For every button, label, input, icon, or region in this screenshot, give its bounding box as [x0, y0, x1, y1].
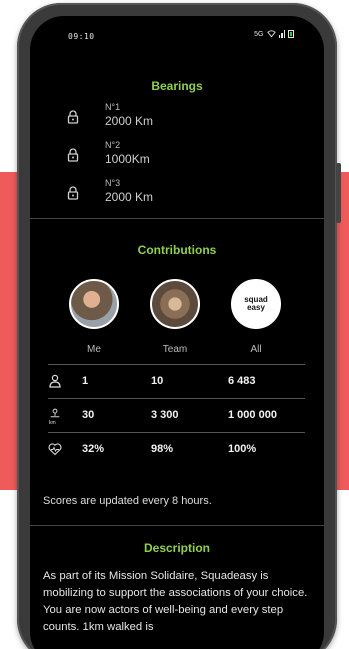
signal-icon: [278, 30, 285, 38]
stat-all: 1 000 000: [228, 409, 277, 421]
lock-icon: [67, 110, 79, 124]
bearing-number: N°3: [105, 178, 121, 188]
row-separator: [48, 398, 305, 399]
avatar-team[interactable]: [150, 279, 200, 329]
wifi-icon: [266, 30, 276, 38]
heart-rate-icon: [48, 443, 62, 456]
description-text: As part of its Mission Solidaire, Squade…: [43, 570, 308, 633]
stat-team: 3 300: [151, 409, 179, 421]
status-icons: 5G: [254, 30, 294, 38]
avatar-label-all: All: [250, 344, 262, 355]
row-separator: [48, 364, 305, 365]
stat-me: 30: [82, 409, 95, 421]
person-icon: [49, 374, 61, 388]
description-title: Description: [143, 541, 210, 555]
contributions-title: Contributions: [137, 243, 217, 257]
status-bar: 09:10 5G: [30, 16, 324, 50]
avatar-label-team: Team: [162, 344, 188, 355]
bearing-number: N°2: [105, 140, 121, 150]
squadeasy-logo[interactable]: squad easy: [231, 279, 281, 329]
distance-unit: km: [49, 420, 56, 426]
scores-update-note: Scores are updated every 8 hours.: [43, 495, 212, 507]
phone-frame: 09:10 5G Bearings N°1 2000 Km N°2 1000Km…: [17, 3, 341, 649]
bearing-number: N°1: [105, 102, 121, 112]
bearing-value: 2000 Km: [105, 190, 154, 204]
section-divider: [30, 525, 324, 526]
lock-icon: [67, 148, 79, 162]
bearing-item-1[interactable]: N°1 2000 Km: [30, 98, 324, 132]
bearing-value: 1000Km: [105, 152, 150, 166]
row-separator: [48, 432, 305, 433]
stats-row-participants: 1 10 6 483: [48, 368, 305, 394]
stat-team: 98%: [151, 443, 174, 455]
logo-line-2: easy: [247, 303, 265, 312]
network-label: 5G: [254, 30, 264, 38]
bearing-value: 2000 Km: [105, 114, 154, 128]
stat-all: 6 483: [228, 375, 256, 387]
stats-row-wellbeing: 32% 98% 100%: [48, 436, 305, 462]
section-divider: [30, 218, 324, 219]
phone-side-button: [336, 163, 341, 223]
phone-screen[interactable]: 09:10 5G Bearings N°1 2000 Km N°2 1000Km…: [30, 16, 324, 649]
status-time: 09:10: [68, 32, 95, 41]
battery-icon: [288, 30, 294, 38]
bearing-item-2[interactable]: N°2 1000Km: [30, 136, 324, 170]
lock-icon: [67, 186, 79, 200]
stat-all: 100%: [228, 443, 257, 455]
stat-team: 10: [151, 375, 164, 387]
stats-row-distance: km 30 3 300 1 000 000: [48, 402, 305, 428]
avatar-me[interactable]: [69, 279, 119, 329]
stat-me: 1: [82, 375, 89, 387]
bearing-item-3[interactable]: N°3 2000 Km: [30, 174, 324, 208]
stat-me: 32%: [82, 443, 105, 455]
bearings-title: Bearings: [151, 79, 203, 93]
avatar-label-me: Me: [87, 344, 101, 355]
